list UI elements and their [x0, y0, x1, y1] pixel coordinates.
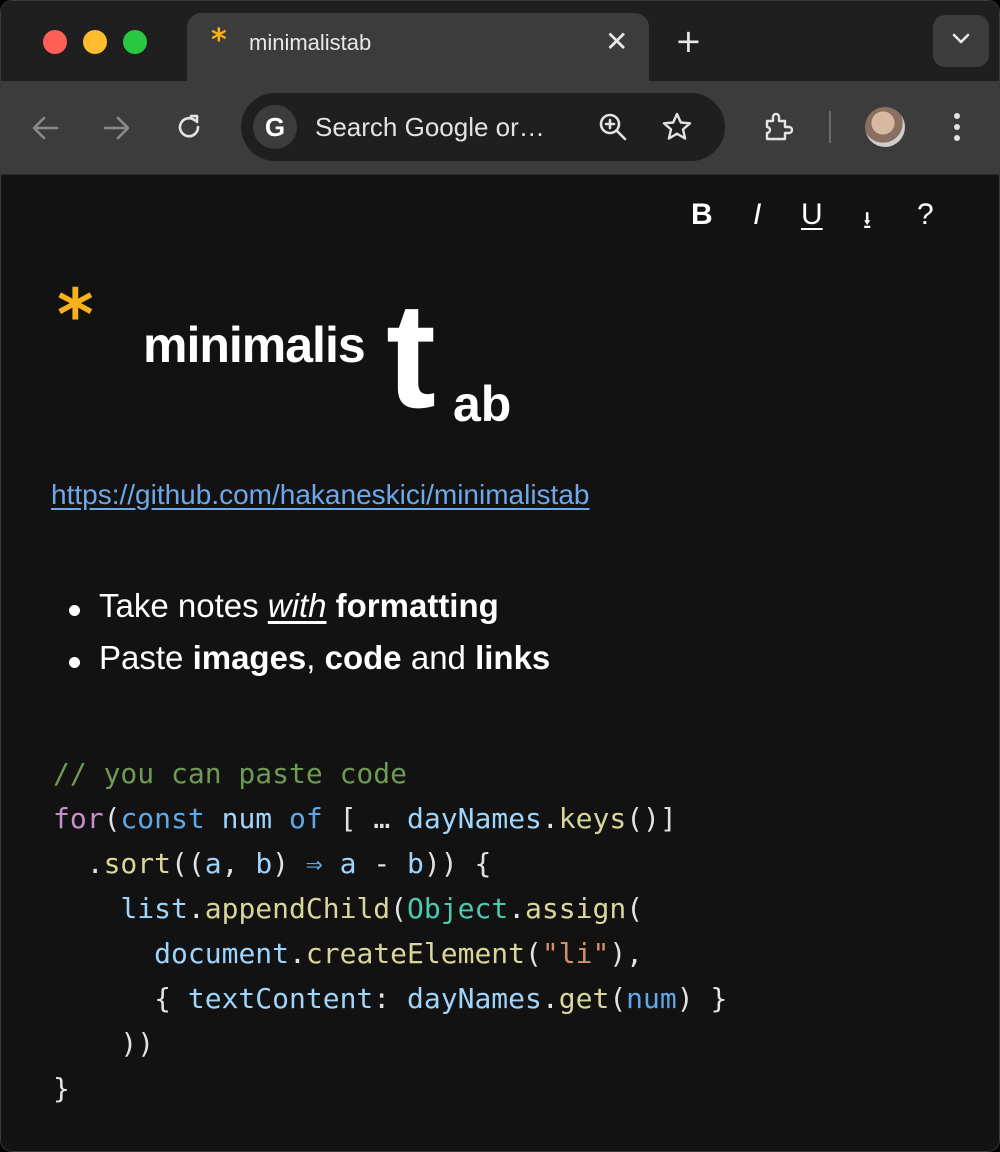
- tab-search-button[interactable]: [933, 15, 989, 67]
- minimize-window-button[interactable]: [83, 30, 107, 54]
- code-token: ⇒: [305, 847, 323, 880]
- code-token: const: [120, 802, 205, 835]
- logo-big-letter: t: [386, 271, 436, 439]
- tab-close-icon[interactable]: ✕: [605, 25, 628, 58]
- code-token: get: [558, 982, 610, 1015]
- code-token: createElement: [305, 937, 526, 970]
- code-token: sort: [103, 847, 172, 880]
- underline-button[interactable]: U: [801, 197, 823, 233]
- bullet-text-italic-underline: with: [267, 587, 327, 624]
- maximize-window-button[interactable]: [123, 30, 147, 54]
- italic-button[interactable]: I: [753, 197, 761, 233]
- bookmark-star-icon[interactable]: [661, 111, 693, 143]
- logo-suffix: ab: [453, 376, 512, 432]
- browser-window: * minimalistab ✕ + G Search Google or… B…: [0, 0, 1000, 1152]
- more-menu-icon[interactable]: [951, 111, 963, 143]
- bullet-text-bold: images: [192, 639, 307, 676]
- code-token: dayNames: [407, 802, 542, 835]
- code-comment: // you can paste code: [53, 757, 408, 790]
- google-icon: G: [253, 105, 297, 149]
- address-bar[interactable]: G Search Google or…: [241, 93, 725, 161]
- toolbar-divider: [829, 111, 831, 143]
- code-token: num: [221, 802, 273, 835]
- bold-button[interactable]: B: [691, 197, 713, 233]
- address-bar-placeholder: Search Google or…: [315, 112, 545, 142]
- tab-strip: * minimalistab ✕ +: [1, 1, 999, 81]
- code-token: list: [120, 892, 188, 925]
- bullet-text-bold: formatting: [335, 587, 499, 624]
- back-arrow-icon[interactable]: [31, 115, 59, 141]
- help-button[interactable]: ?: [917, 197, 934, 233]
- code-token: textContent: [187, 982, 374, 1015]
- list-item: Paste images, code and links: [68, 639, 551, 691]
- code-token: num: [626, 982, 677, 1015]
- bullet-text: Paste: [99, 639, 193, 676]
- bullet-text: and: [401, 639, 476, 676]
- bullet-text-bold: links: [475, 639, 551, 676]
- code-token: dayNames: [407, 982, 542, 1015]
- code-token: Object: [407, 892, 509, 925]
- bullet-text-bold: code: [324, 639, 402, 676]
- active-tab[interactable]: * minimalistab ✕: [187, 13, 649, 81]
- code-block: // you can paste code for(const num of […: [53, 757, 728, 1105]
- feature-list: Take notes with formatting Paste images,…: [68, 587, 551, 691]
- github-link[interactable]: https://github.com/hakaneskici/minimalis…: [51, 479, 589, 511]
- bullet-text: Take notes: [99, 587, 268, 624]
- logo-text: minimalis: [143, 317, 366, 373]
- close-window-button[interactable]: [43, 30, 67, 54]
- note-page[interactable]: B I U ⭳ ? * minimalis t ab https://githu…: [1, 175, 999, 1151]
- code-token: of: [289, 802, 323, 835]
- bullet-text: ,: [306, 639, 325, 676]
- tab-title: minimalistab: [249, 30, 372, 55]
- code-token: assign: [525, 892, 627, 925]
- code-token: document: [154, 937, 290, 970]
- code-token: appendChild: [204, 892, 391, 925]
- browser-toolbar: G Search Google or…: [1, 81, 999, 175]
- forward-arrow-icon[interactable]: [103, 115, 131, 141]
- asterisk-favicon-icon: *: [211, 23, 227, 58]
- chevron-down-icon: [952, 33, 970, 44]
- zoom-icon[interactable]: [597, 111, 629, 143]
- list-item: Take notes with formatting: [68, 587, 550, 639]
- download-button[interactable]: ⭳: [863, 202, 871, 238]
- new-tab-button[interactable]: +: [675, 23, 702, 59]
- code-token: "li": [541, 937, 610, 970]
- extensions-puzzle-icon[interactable]: [761, 109, 797, 145]
- code-token: for: [53, 802, 104, 835]
- profile-avatar[interactable]: [865, 107, 905, 147]
- code-token: [ …: [339, 802, 408, 835]
- logo-asterisk-icon: *: [57, 274, 94, 356]
- code-token: keys: [558, 802, 627, 835]
- reload-icon[interactable]: [175, 113, 203, 141]
